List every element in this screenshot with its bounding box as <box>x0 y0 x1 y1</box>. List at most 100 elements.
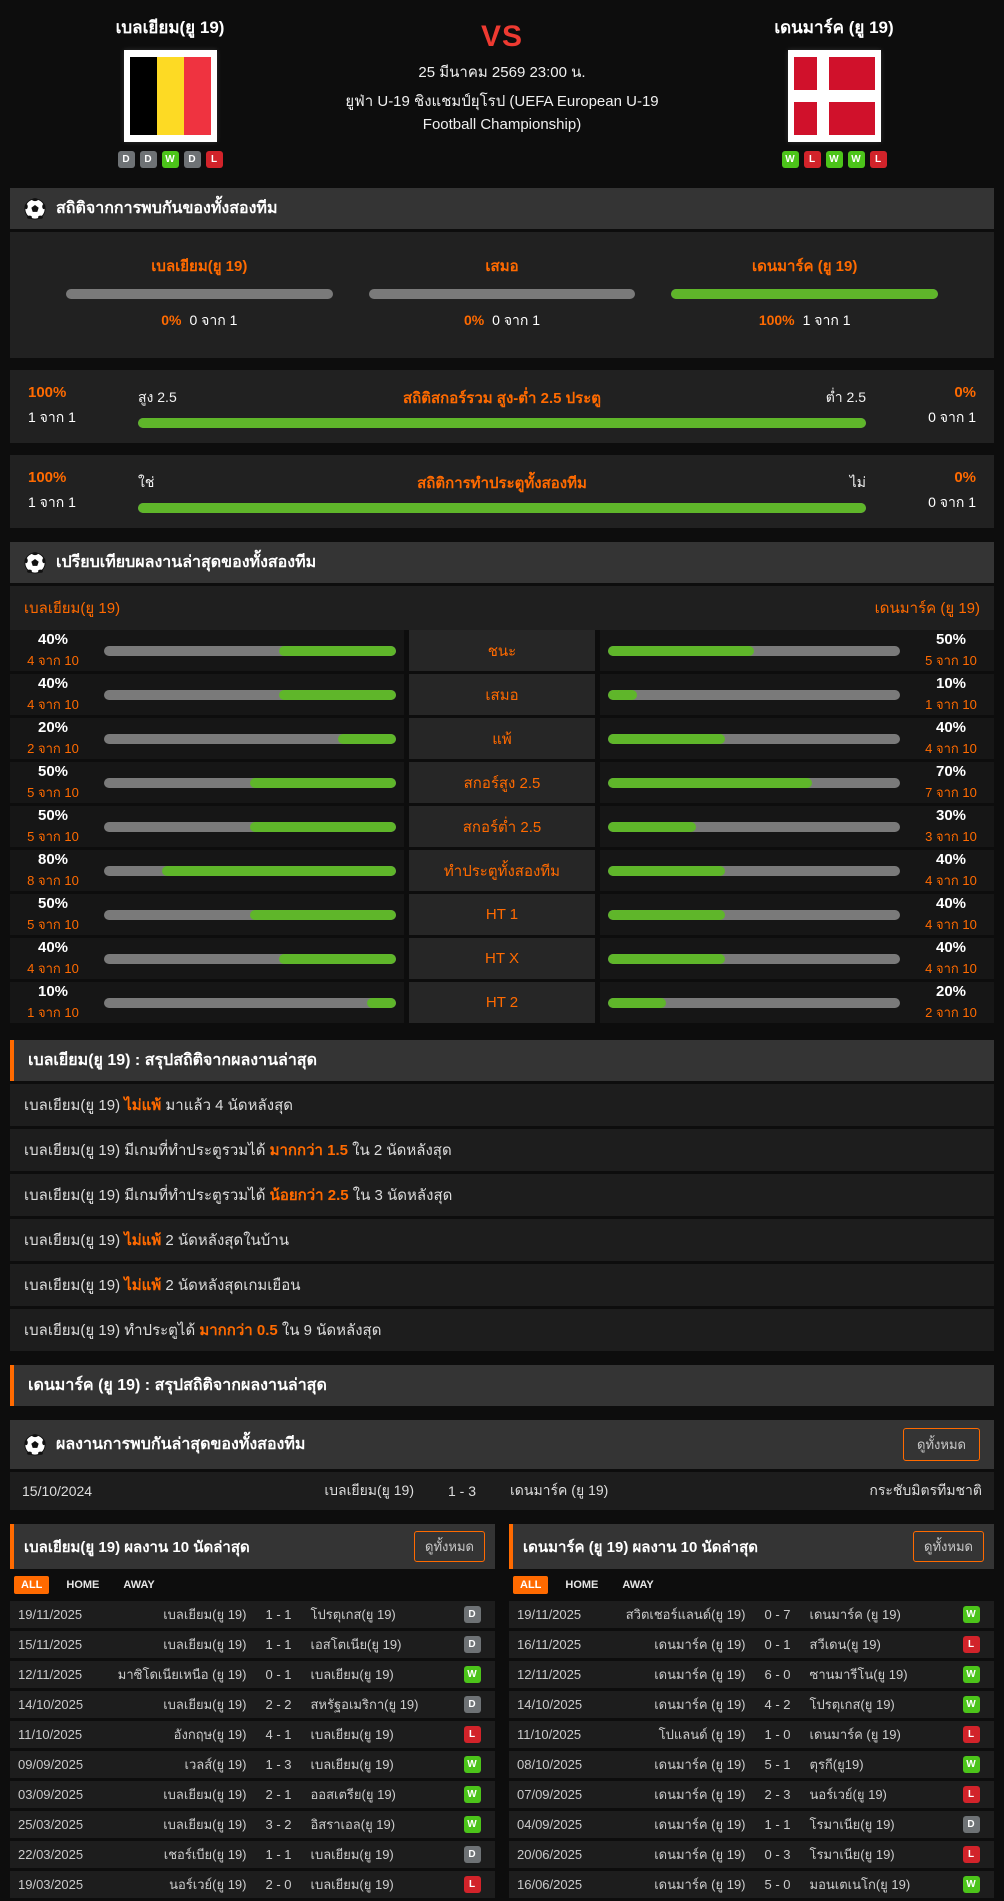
score: 3 - 2 <box>265 1817 292 1832</box>
score: 2 - 3 <box>764 1787 791 1802</box>
view-all-button[interactable]: ดูทั้งหมด <box>414 1531 485 1562</box>
away-pct: 40% <box>935 718 967 736</box>
match-date: 11/10/2025 <box>517 1727 582 1742</box>
result-row: 16/06/2025 เดนมาร์ค (ยู 19) 5 - 0 มอนเตเนโก… <box>509 1871 994 1901</box>
view-all-button[interactable]: ดูทั้งหมด <box>913 1531 984 1562</box>
match-date: 19/11/2025 <box>517 1607 582 1622</box>
result-row: 20/06/2025 เดนมาร์ค (ยู 19) 0 - 3 โรมาเนีย(… <box>509 1841 994 1871</box>
home-team: เบลเยียม(ยู 19) <box>163 1697 247 1712</box>
h2h-away-bar <box>671 289 939 299</box>
summary-highlight: ไม่แพ้ <box>124 1097 162 1114</box>
comparison-label: เสมอ <box>404 674 600 715</box>
away-pct: 70% <box>935 762 967 780</box>
section-title: สถิติจากการพบกันของทั้งสองทีม <box>56 200 278 217</box>
btts-title: สถิติการทำประตูทั้งสองทีม <box>417 474 587 492</box>
away-team: เบลเยียม(ยู 19) <box>310 1757 394 1772</box>
comparison-label: แพ้ <box>404 718 600 759</box>
belgium-flag-icon <box>129 57 211 135</box>
away-recent-table: เดนมาร์ค (ยู 19) ผลงาน 10 นัดล่าสุด ดูทั… <box>509 1524 994 1901</box>
away-count: 7 จาก 10 <box>925 784 977 800</box>
result-badge: W <box>962 1696 980 1713</box>
denmark-flag-icon <box>793 57 875 135</box>
form-badge: W <box>825 151 843 168</box>
result-row: 22/03/2025 เชอร์เบีย(ยู 19) 1 - 1 เบลเยียม(… <box>10 1841 495 1871</box>
match-info: VS 25 มีนาคม 2569 23:00 น. ยูฟ่า U-19 ชิ… <box>300 14 704 168</box>
result-row: 15/11/2025 เบลเยียม(ยู 19) 1 - 1 เอสโตเนีย(… <box>10 1631 495 1661</box>
home-bar <box>104 689 396 700</box>
h2h-stats-header: สถิติจากการพบกันของทั้งสองทีม <box>10 188 994 229</box>
home-bar <box>104 909 396 920</box>
score: 1 - 1 <box>265 1847 292 1862</box>
home-pct: 40% <box>37 674 69 692</box>
comparison-header: เปรียบเทียบผลงานล่าสุดของทั้งสองทีม <box>10 542 994 583</box>
result-badge: L <box>962 1786 980 1803</box>
h2h-draw-col: เสมอ 0% 0 จาก 1 <box>368 254 636 332</box>
match-date: 09/09/2025 <box>18 1757 84 1772</box>
view-all-button[interactable]: ดูทั้งหมด <box>903 1428 980 1461</box>
form-badge: W <box>781 151 799 168</box>
home-team: เบลเยียม(ยู 19) <box>163 1817 247 1832</box>
comparison-label: HT 1 <box>404 894 600 935</box>
result-badge: L <box>962 1636 980 1653</box>
ou-under-label: ต่ำ 2.5 <box>825 388 866 405</box>
home-team: เดนมาร์ค (ยู 19) <box>654 1637 746 1652</box>
result-badge: W <box>463 1816 481 1833</box>
score: 0 - 1 <box>764 1637 791 1652</box>
home-bar <box>104 777 396 788</box>
home-count: 8 จาก 10 <box>27 872 79 888</box>
result-badge: D <box>463 1696 481 1713</box>
away-pct: 40% <box>935 938 967 956</box>
result-row: 08/10/2025 เดนมาร์ค (ยู 19) 5 - 1 ตุรกี(ยู1… <box>509 1751 994 1781</box>
home-team: เดนมาร์ค (ยู 19) <box>654 1667 746 1682</box>
away-count: 4 จาก 10 <box>925 872 977 888</box>
home-team: อังกฤษ(ยู 19) <box>173 1727 247 1742</box>
soccer-ball-icon <box>24 1433 46 1456</box>
score: 5 - 0 <box>764 1877 791 1892</box>
tab-all[interactable]: ALL <box>513 1576 549 1594</box>
result-row: 11/10/2025 โปแลนด์ (ยู 19) 1 - 0 เดนมาร์ค (… <box>509 1721 994 1751</box>
away-pct: 40% <box>935 894 967 912</box>
summary-highlight: น้อยกว่า 2.5 <box>269 1187 349 1204</box>
away-form-badges: W L W W L <box>781 151 887 168</box>
btts-bar <box>138 502 866 513</box>
comparison-label: สกอร์สูง 2.5 <box>404 762 600 803</box>
competition-name: ยูฟ่า U-19 ชิงแชมป์ยุโรป (UEFA European … <box>345 93 659 134</box>
tab-away[interactable]: AWAY <box>116 1576 161 1594</box>
result-row: 11/10/2025 อังกฤษ(ยู 19) 4 - 1 เบลเยียม(ยู … <box>10 1721 495 1751</box>
tab-away[interactable]: AWAY <box>615 1576 660 1594</box>
summary-item: เบลเยียม(ยู 19) มีเกมที่ทำประตูรวมได้ มา… <box>10 1129 994 1171</box>
tab-all[interactable]: ALL <box>14 1576 50 1594</box>
home-count: 4 จาก 10 <box>27 696 79 712</box>
section-title: เบลเยียม(ยู 19) ผลงาน 10 นัดล่าสุด <box>24 1538 250 1556</box>
away-team: เดนมาร์ค (ยู 19) <box>510 1482 609 1498</box>
summary-item: เบลเยียม(ยู 19) ทำประตูได้ มากกว่า 0.5 ใ… <box>10 1309 994 1351</box>
tab-home[interactable]: HOME <box>558 1576 605 1594</box>
summary-highlight: มากกว่า 0.5 <box>199 1322 278 1339</box>
away-count: 4 จาก 10 <box>925 960 977 976</box>
match-date: 12/11/2025 <box>517 1667 582 1682</box>
comparison-row: 40% 4 จาก 10 เสมอ 10% 1 จาก 10 <box>10 674 994 718</box>
score: 1 - 1 <box>265 1607 292 1622</box>
result-badge: W <box>962 1876 980 1893</box>
away-team: เบลเยียม(ยู 19) <box>310 1727 394 1742</box>
home-team-flag <box>123 50 217 142</box>
btts-band: 100% 1 จาก 1 ใช่ สถิติการทำประตูทั้งสองท… <box>10 455 994 528</box>
home-team: เดนมาร์ค (ยู 19) <box>654 1697 746 1712</box>
away-team: เดนมาร์ค (ยู 19) <box>809 1607 901 1622</box>
soccer-ball-icon <box>24 551 46 574</box>
away-team: มอนเตเนโก(ยู 19) <box>809 1877 911 1892</box>
match-date: 20/06/2025 <box>517 1847 583 1862</box>
home-team: เดนมาร์ค (ยู 19) <box>654 1817 746 1832</box>
soccer-ball-icon <box>24 197 46 220</box>
score: 0 - 1 <box>265 1667 292 1682</box>
tab-home[interactable]: HOME <box>59 1576 106 1594</box>
home-bar <box>104 865 396 876</box>
h2h-col-label: เดนมาร์ค (ยู 19) <box>752 258 858 275</box>
home-form-badges: D D W D L <box>117 151 223 168</box>
home-team: เชอร์เบีย(ยู 19) <box>163 1847 247 1862</box>
h2h-draw-pct: 0% <box>463 312 485 328</box>
away-bar <box>608 733 900 744</box>
h2h-col-label: เสมอ <box>485 258 519 275</box>
comparison-row: 40% 4 จาก 10 HT X 40% 4 จาก 10 <box>10 938 994 982</box>
home-team: เดนมาร์ค (ยู 19) <box>654 1757 746 1772</box>
